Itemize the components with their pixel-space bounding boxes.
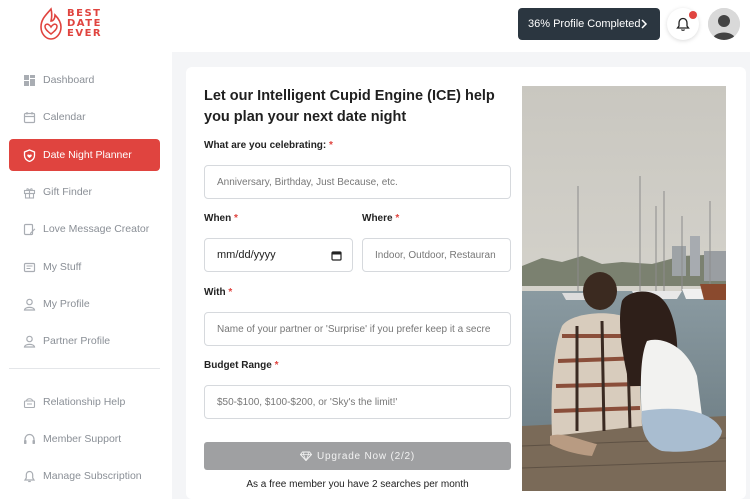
headset-icon bbox=[24, 433, 35, 444]
notifications-button[interactable] bbox=[667, 8, 699, 40]
budget-placeholder: $50-$100, $100-$200, or 'Sky's the limit… bbox=[217, 396, 398, 408]
with-label-text: With bbox=[204, 287, 226, 298]
where-label: Where * bbox=[362, 213, 399, 224]
sidebar-item-label: Member Support bbox=[43, 433, 122, 445]
sidebar-item-label: Partner Profile bbox=[43, 335, 111, 347]
where-input[interactable]: Indoor, Outdoor, Restauran bbox=[362, 238, 511, 272]
budget-label: Budget Range * bbox=[204, 360, 278, 371]
sidebar-item-label: Gift Finder bbox=[43, 186, 93, 198]
page-title: Let our Intelligent Cupid Engine (ICE) h… bbox=[204, 88, 495, 125]
user-avatar-icon bbox=[708, 8, 740, 40]
sidebar-item-love-message-creator[interactable]: Love Message Creator bbox=[9, 213, 160, 245]
couple-at-harbor-photo bbox=[522, 86, 726, 491]
bell-icon bbox=[23, 470, 36, 482]
required-mark: * bbox=[329, 140, 333, 151]
sidebar-item-label: Manage Subscription bbox=[43, 470, 142, 482]
where-label-text: Where bbox=[362, 213, 393, 224]
folder-icon bbox=[23, 262, 36, 272]
sidebar-item-manage-subscription[interactable]: Manage Subscription bbox=[9, 460, 160, 492]
sidebar-item-dashboard[interactable]: Dashboard bbox=[9, 64, 160, 96]
flame-heart-icon bbox=[40, 7, 62, 40]
sidebar-item-relationship-help[interactable]: Relationship Help bbox=[9, 386, 160, 418]
celebrating-label-text: What are you celebrating: bbox=[204, 140, 327, 151]
sidebar-item-label: Relationship Help bbox=[43, 396, 126, 408]
message-edit-icon bbox=[23, 223, 36, 235]
required-mark: * bbox=[228, 287, 233, 298]
sidebar-item-my-profile[interactable]: My Profile bbox=[9, 288, 160, 320]
calendar-icon bbox=[23, 111, 36, 123]
brand-wordmark: BEST DATE EVER bbox=[67, 9, 102, 39]
user-icon bbox=[23, 298, 36, 311]
sidebar-item-my-stuff[interactable]: My Stuff bbox=[9, 251, 160, 283]
where-placeholder: Indoor, Outdoor, Restauran bbox=[375, 249, 496, 261]
sidebar: Dashboard Calendar Date Night Planner Gi… bbox=[0, 52, 172, 499]
with-label: With * bbox=[204, 287, 232, 298]
upgrade-button[interactable]: Upgrade Now (2/2) bbox=[204, 442, 511, 470]
sidebar-item-label: My Stuff bbox=[43, 261, 82, 273]
with-placeholder: Name of your partner or 'Surprise' if yo… bbox=[217, 323, 491, 335]
sidebar-divider bbox=[9, 368, 160, 369]
sidebar-item-gift-finder[interactable]: Gift Finder bbox=[9, 176, 160, 208]
when-date-input[interactable]: mm/dd/yyyy bbox=[204, 238, 353, 272]
required-mark: * bbox=[395, 213, 400, 224]
when-label: When * bbox=[204, 213, 238, 224]
harbor-photo-illustration bbox=[522, 86, 726, 491]
sidebar-item-label: My Profile bbox=[43, 298, 90, 310]
celebrating-input[interactable]: Anniversary, Birthday, Just Because, etc… bbox=[204, 165, 511, 199]
required-mark: * bbox=[274, 360, 279, 371]
required-mark: * bbox=[234, 213, 238, 224]
celebrating-label: What are you celebrating: * bbox=[204, 140, 333, 151]
sidebar-item-calendar[interactable]: Calendar bbox=[9, 101, 160, 133]
when-label-text: When bbox=[204, 213, 232, 224]
dashboard-icon bbox=[24, 74, 35, 86]
sidebar-item-date-night-planner[interactable]: Date Night Planner bbox=[9, 139, 160, 171]
sidebar-item-label: Love Message Creator bbox=[43, 223, 150, 235]
notification-dot bbox=[689, 11, 697, 19]
shield-heart-icon bbox=[23, 148, 36, 162]
when-date-value: mm/dd/yyyy bbox=[217, 249, 276, 261]
upgrade-button-label: Upgrade Now (2/2) bbox=[316, 450, 416, 462]
sidebar-item-member-support[interactable]: Member Support bbox=[9, 423, 160, 455]
brand-logo[interactable]: BEST DATE EVER bbox=[38, 4, 118, 44]
sidebar-item-label: Dashboard bbox=[43, 74, 95, 86]
budget-label-text: Budget Range bbox=[204, 360, 272, 371]
bell-icon bbox=[676, 17, 690, 31]
avatar[interactable] bbox=[708, 8, 740, 40]
profile-progress-button[interactable]: 36% Profile Completed bbox=[518, 8, 660, 40]
celebrating-placeholder: Anniversary, Birthday, Just Because, etc… bbox=[217, 176, 398, 188]
brand-line-3: EVER bbox=[67, 28, 103, 39]
calendar-icon[interactable] bbox=[331, 250, 342, 261]
sidebar-item-label: Calendar bbox=[43, 111, 86, 123]
sidebar-item-partner-profile[interactable]: Partner Profile bbox=[9, 325, 160, 357]
diamond-icon bbox=[299, 451, 312, 461]
gift-icon bbox=[23, 187, 36, 199]
help-icon bbox=[23, 397, 36, 408]
profile-progress-label: 36% Profile Completed bbox=[528, 18, 641, 30]
sidebar-item-label: Date Night Planner bbox=[43, 149, 132, 161]
free-member-note: As a free member you have 2 searches per… bbox=[246, 479, 469, 490]
user-icon bbox=[23, 335, 36, 348]
chevron-right-icon bbox=[641, 19, 648, 29]
with-input[interactable]: Name of your partner or 'Surprise' if yo… bbox=[204, 312, 511, 346]
budget-input[interactable]: $50-$100, $100-$200, or 'Sky's the limit… bbox=[204, 385, 511, 419]
